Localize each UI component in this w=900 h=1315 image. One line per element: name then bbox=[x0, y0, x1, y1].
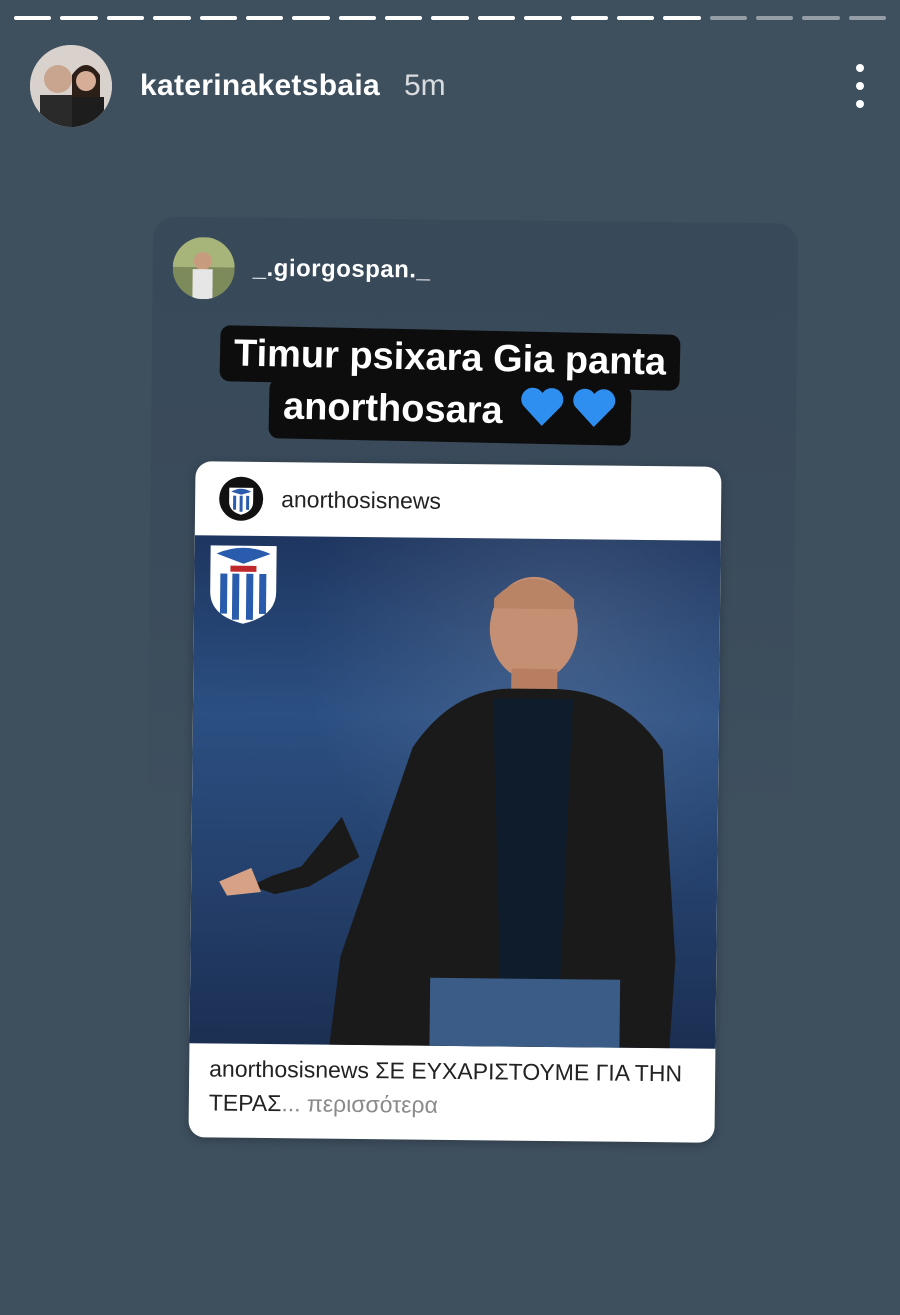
anorthosis-crest-icon bbox=[210, 545, 277, 624]
story-progress-segment bbox=[153, 16, 191, 20]
story-timestamp: 5m bbox=[403, 69, 446, 102]
story-progress-segment bbox=[524, 16, 562, 20]
post-caption-more-link[interactable]: ... περισσότερα bbox=[281, 1090, 438, 1118]
story-progress-segment bbox=[802, 16, 840, 20]
more-vertical-icon[interactable] bbox=[850, 64, 870, 108]
story-progress-segment bbox=[385, 16, 423, 20]
shared-username[interactable]: _.giorgospan._ bbox=[253, 255, 431, 285]
blue-heart-icon bbox=[570, 387, 617, 444]
story-progress-bar bbox=[14, 16, 887, 21]
story-progress-segment bbox=[663, 16, 701, 20]
story-progress-segment bbox=[292, 16, 330, 20]
post-caption: anorthosisnews ΣΕ ΕΥΧΑΡΙΣΤΟΥΜΕ ΓΙΑ ΤΗΝ Τ… bbox=[209, 1051, 696, 1124]
story-progress-segment bbox=[14, 16, 52, 20]
post-account-name[interactable]: anorthosisnews bbox=[281, 486, 441, 515]
shared-story-header: _.giorgospan._ bbox=[172, 236, 431, 302]
post-photo[interactable] bbox=[189, 535, 721, 1049]
avatar[interactable] bbox=[30, 45, 112, 127]
anorthosis-crest-icon[interactable] bbox=[218, 476, 264, 521]
post-caption-user[interactable]: anorthosisnews bbox=[209, 1055, 369, 1083]
story-progress-segment bbox=[616, 16, 655, 20]
shared-post[interactable]: anorthosisnews anorthosisnews ΣΕ ΕΥΧΑΡΙΣ… bbox=[188, 461, 722, 1143]
shared-avatar[interactable] bbox=[172, 236, 236, 300]
story-progress-segment bbox=[338, 16, 376, 20]
blue-heart-icon bbox=[518, 385, 565, 442]
story-progress-segment bbox=[431, 16, 469, 20]
story-progress-segment bbox=[570, 16, 608, 20]
caption-line-2: anorthosara bbox=[268, 378, 632, 446]
story-progress-segment bbox=[848, 16, 887, 20]
story-progress-segment bbox=[245, 16, 284, 20]
story-progress-segment bbox=[106, 16, 145, 20]
story-progress-segment bbox=[199, 16, 237, 20]
story-progress-segment bbox=[709, 16, 747, 20]
story-text-caption: Timur psixara Gia panta anorthosara bbox=[0, 325, 900, 446]
caption-line-2-text: anorthosara bbox=[282, 385, 504, 433]
story-progress-segment bbox=[60, 16, 98, 20]
story-progress-segment bbox=[477, 16, 516, 20]
story-header: katerinaketsbaia 5m bbox=[30, 44, 870, 128]
story-username[interactable]: katerinaketsbaia bbox=[140, 69, 380, 103]
story-progress-segment bbox=[756, 16, 794, 20]
post-header: anorthosisnews bbox=[195, 461, 722, 541]
